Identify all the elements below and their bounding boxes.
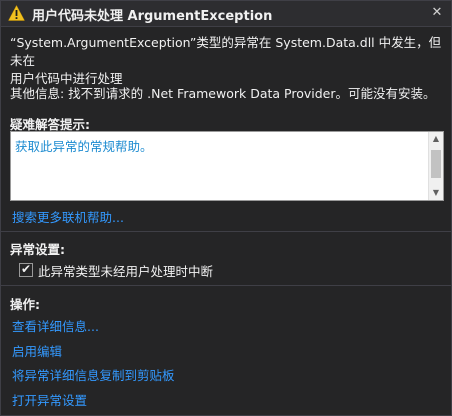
exception-settings-heading: 异常设置: bbox=[10, 242, 65, 257]
checkmark-icon: ✔ bbox=[21, 262, 32, 276]
additional-info: 其他信息: 找不到请求的 .Net Framework Data Provide… bbox=[10, 86, 436, 101]
break-when-unhandled-label[interactable]: 此异常类型未经用户处理时中断 bbox=[38, 261, 213, 280]
warning-icon bbox=[8, 5, 25, 21]
divider bbox=[1, 231, 451, 232]
scroll-thumb[interactable] bbox=[431, 150, 441, 178]
exception-message: “System.ArgumentException”类型的异常在 System.… bbox=[10, 34, 446, 88]
scroll-up-icon[interactable]: ▲ bbox=[429, 132, 443, 146]
view-details-link[interactable]: 查看详细信息... bbox=[12, 316, 99, 335]
divider bbox=[1, 285, 451, 286]
title-bar: 用户代码未处理 ArgumentException ✕ bbox=[1, 1, 451, 27]
open-exception-settings-link[interactable]: 打开异常设置 bbox=[12, 390, 87, 409]
break-when-unhandled-checkbox[interactable]: ✔ bbox=[19, 262, 33, 277]
actions-heading: 操作: bbox=[10, 297, 40, 312]
tips-scrollbar[interactable]: ▲ ▼ bbox=[428, 132, 443, 200]
close-icon: ✕ bbox=[431, 5, 443, 20]
search-online-help-link[interactable]: 搜索更多联机帮助... bbox=[12, 207, 124, 226]
exception-dialog: 用户代码未处理 ArgumentException ✕ “System.Argu… bbox=[0, 0, 452, 416]
exception-message-line-1: “System.ArgumentException”类型的异常在 System.… bbox=[10, 35, 442, 68]
troubleshooting-tips-box[interactable]: 获取此异常的常规帮助。 ▲ ▼ bbox=[10, 131, 444, 201]
copy-details-link[interactable]: 将异常详细信息复制到剪贴板 bbox=[12, 365, 175, 384]
scroll-down-icon[interactable]: ▼ bbox=[429, 186, 443, 200]
general-help-link[interactable]: 获取此异常的常规帮助。 bbox=[15, 136, 153, 155]
close-button[interactable]: ✕ bbox=[429, 5, 445, 21]
dialog-title: 用户代码未处理 ArgumentException bbox=[32, 9, 273, 24]
enable-editing-link[interactable]: 启用编辑 bbox=[12, 341, 62, 360]
